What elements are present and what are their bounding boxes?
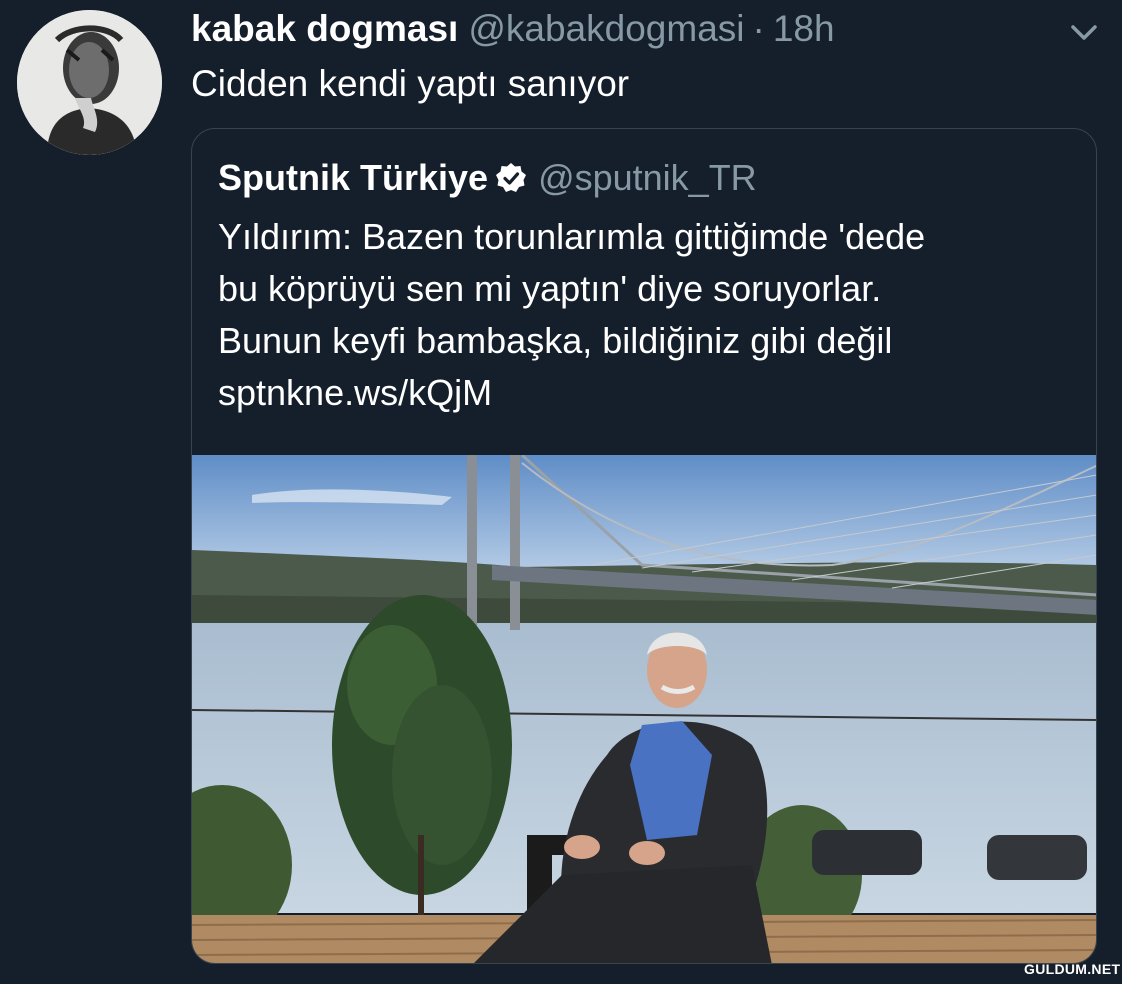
verified-badge-icon: [496, 163, 527, 192]
tweet-header: kabak dogması @kabakdogmasi · 18h: [191, 6, 835, 52]
quoted-tweet-header: Sputnik Türkiye @sputnik_TR: [218, 154, 757, 202]
quoted-tweet-text: Yıldırım: Bazen torunlarımla gittiğimde …: [218, 211, 1078, 419]
avatar-portrait-icon: [17, 10, 162, 155]
tweet-text: Cidden kendi yaptı sanıyor: [191, 63, 630, 104]
quoted-tweet[interactable]: Sputnik Türkiye @sputnik_TR Yıldırım: Ba…: [191, 128, 1097, 964]
user-avatar[interactable]: [17, 10, 162, 155]
quoted-text-line: Yıldırım: Bazen torunlarımla gittiğimde …: [218, 216, 926, 257]
tweet-timestamp[interactable]: 18h: [773, 6, 835, 52]
tweet-menu-button[interactable]: [1064, 18, 1104, 48]
quoted-link[interactable]: sptnkne.ws/kQjM: [218, 367, 1078, 419]
header-separator: ·: [752, 8, 765, 49]
watermark: GULDUM.NET: [1024, 961, 1121, 977]
chevron-down-icon: [1071, 25, 1097, 40]
quoted-text-line: bu köprüyü sen mi yaptın' diye soruyorla…: [218, 268, 882, 309]
author-name[interactable]: kabak dogması: [191, 6, 458, 52]
quoted-text-line: Bunun keyfi bambaşka, bildiğiniz gibi de…: [218, 320, 893, 361]
author-handle[interactable]: @kabakdogmasi: [468, 6, 744, 52]
quoted-author-handle[interactable]: @sputnik_TR: [538, 157, 757, 199]
quoted-author-name[interactable]: Sputnik Türkiye: [218, 157, 488, 199]
bridge-photo[interactable]: [192, 455, 1097, 964]
